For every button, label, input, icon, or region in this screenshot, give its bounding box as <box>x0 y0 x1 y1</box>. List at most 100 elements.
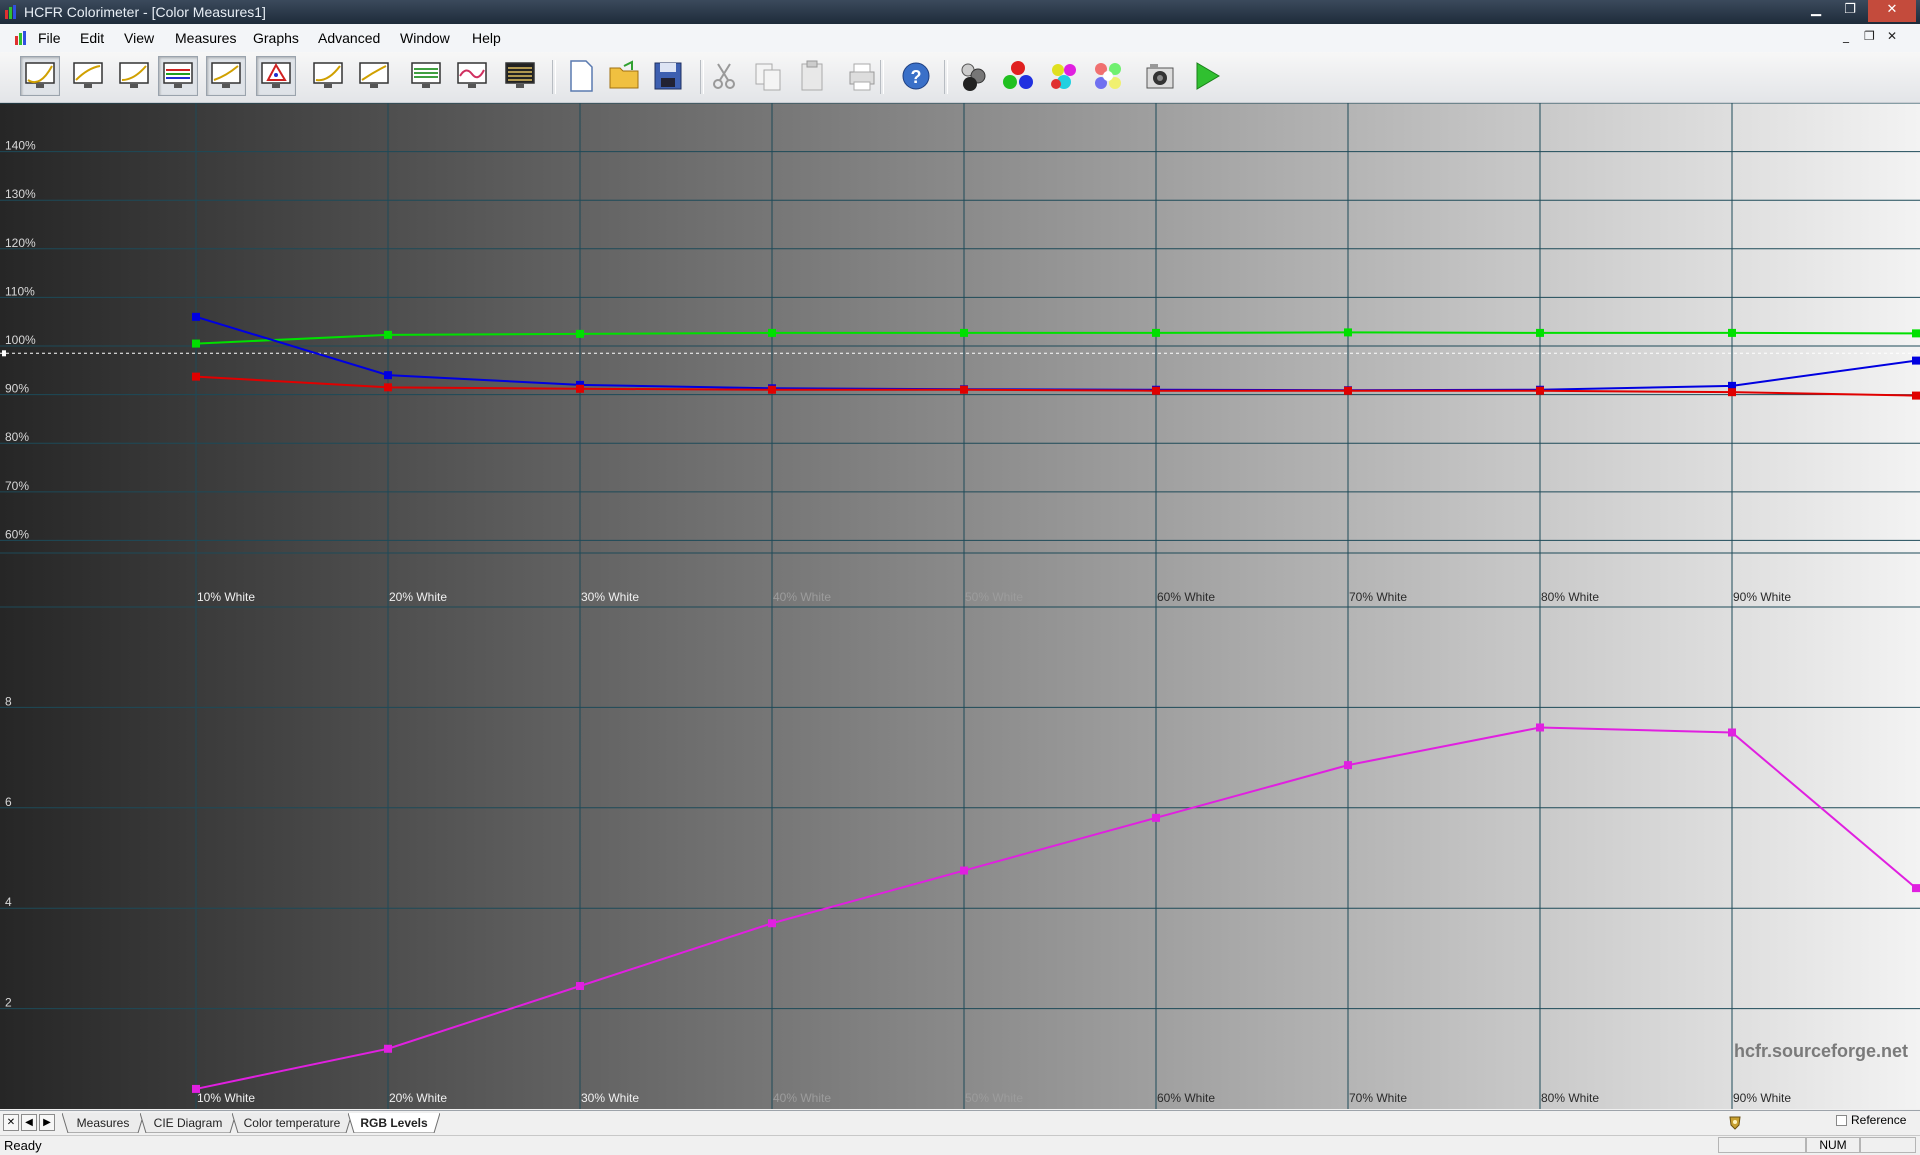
menu-edit[interactable]: Edit <box>80 30 104 46</box>
print-button[interactable] <box>842 56 882 96</box>
mdi-restore-button[interactable]: ❐ <box>1864 29 1875 43</box>
color-temperature-graph-button[interactable] <box>206 56 246 96</box>
menu-graphs[interactable]: Graphs <box>253 30 299 46</box>
menu-help[interactable]: Help <box>472 30 501 46</box>
reference-checkbox-box[interactable] <box>1836 1114 1847 1126</box>
status-pane-caps <box>1718 1137 1806 1153</box>
saturation-measure-icon <box>1095 63 1121 89</box>
mdi-minimize-button[interactable]: _ <box>1843 29 1849 43</box>
near-black-graph-button[interactable] <box>308 56 348 96</box>
primary-colors-measure-button[interactable] <box>998 56 1038 96</box>
x-tick-label: 30% White <box>581 590 639 604</box>
open-folder-icon <box>609 60 639 89</box>
x-tick-label: 40% White <box>773 590 831 604</box>
saturation-luminance-button[interactable] <box>406 56 446 96</box>
window-title: HCFR Colorimeter - [Color Measures1] <box>24 4 266 20</box>
y-tick-label: 6 <box>5 795 12 809</box>
x-tick-label: 20% White <box>389 1091 447 1105</box>
x-tick-label: 70% White <box>1349 590 1407 604</box>
svg-text:?: ? <box>911 67 922 87</box>
tab-color-temperature[interactable]: Color temperature <box>232 1113 352 1133</box>
tab-scroll-left-button[interactable]: ◀ <box>21 1114 37 1131</box>
measures-view-button[interactable] <box>20 56 60 96</box>
mdi-close-button[interactable]: ✕ <box>1887 29 1897 43</box>
restore-button[interactable]: ❐ <box>1833 0 1867 22</box>
toolbar-separator <box>944 60 948 94</box>
saturation-shift-button[interactable] <box>452 56 492 96</box>
x-tick-label: 10% White <box>197 590 255 604</box>
primary-colors-measure-icon <box>1003 61 1033 89</box>
color-temperature-graph-icon <box>211 62 241 88</box>
luminance-graph-icon <box>119 62 149 88</box>
tab-scroll-right-button[interactable]: ▶ <box>39 1114 55 1131</box>
data-point <box>1912 356 1920 365</box>
continuous-measure-play-button[interactable] <box>1186 56 1226 96</box>
data-point <box>1728 728 1736 737</box>
data-point <box>576 982 584 991</box>
secondary-colors-measure-button[interactable] <box>1044 56 1084 96</box>
measures-list-button[interactable] <box>500 56 540 96</box>
close-button[interactable]: ✕ <box>1868 0 1916 22</box>
open-folder-button[interactable] <box>604 56 644 96</box>
data-point <box>1728 388 1736 397</box>
camera-button[interactable] <box>1140 56 1180 96</box>
data-point <box>1344 761 1352 770</box>
tab-bar: ✕ ◀ ▶ Measures CIE Diagram Color tempera… <box>0 1110 1920 1135</box>
near-black-graph-icon <box>313 62 343 88</box>
save-disk-button[interactable] <box>648 56 688 96</box>
cie-diagram-button[interactable] <box>256 56 296 96</box>
menu-view[interactable]: View <box>124 30 154 46</box>
data-point <box>1536 723 1544 732</box>
y-tick-label: 2 <box>5 996 12 1010</box>
data-point <box>1536 386 1544 395</box>
y-tick-label: 4 <box>5 895 12 909</box>
data-point <box>1728 328 1736 337</box>
saturation-measure-button[interactable] <box>1088 56 1128 96</box>
x-tick-label: 80% White <box>1541 590 1599 604</box>
reference-checkbox[interactable]: Reference <box>1836 1113 1906 1127</box>
tab-measures[interactable]: Measures <box>62 1113 144 1133</box>
tab-rgb-levels[interactable]: RGB Levels <box>348 1113 440 1133</box>
data-point <box>1152 386 1160 395</box>
help-button[interactable]: ? <box>896 56 936 96</box>
saturation-luminance-icon <box>411 62 441 88</box>
minimize-button[interactable]: ▁ <box>1799 0 1833 22</box>
data-point <box>1912 884 1920 893</box>
app-bars-icon <box>5 5 16 19</box>
gamma-graph-icon <box>73 62 103 88</box>
data-point <box>768 328 776 337</box>
close-tab-button[interactable]: ✕ <box>3 1114 19 1131</box>
paste-button[interactable] <box>792 56 832 96</box>
data-point <box>1344 386 1352 395</box>
watermark-text: hcfr.sourceforge.net <box>1734 1041 1908 1061</box>
help-icon: ? <box>902 62 930 90</box>
x-tick-label: 90% White <box>1733 1091 1791 1105</box>
y-tick-label: 90% <box>5 382 29 396</box>
cut-button[interactable] <box>704 56 744 96</box>
grayscale-measure-button[interactable] <box>954 56 994 96</box>
cut-icon <box>713 63 735 89</box>
toolbar-separator <box>552 60 556 94</box>
print-icon <box>849 63 875 91</box>
menu-advanced[interactable]: Advanced <box>318 30 380 46</box>
luminance-graph-button[interactable] <box>114 56 154 96</box>
data-point <box>384 1044 392 1053</box>
x-tick-label: 40% White <box>773 1091 831 1105</box>
new-document-button[interactable] <box>560 56 600 96</box>
menu-file[interactable]: File <box>38 30 61 46</box>
toolbar-separator <box>700 60 704 94</box>
rgb-levels-graph-button[interactable] <box>158 56 198 96</box>
tab-cie-diagram[interactable]: CIE Diagram <box>140 1113 236 1133</box>
data-point <box>1344 328 1352 337</box>
data-point <box>960 385 968 394</box>
menu-window[interactable]: Window <box>400 30 450 46</box>
menu-measures[interactable]: Measures <box>175 30 236 46</box>
near-white-graph-button[interactable] <box>354 56 394 96</box>
data-point <box>1912 329 1920 338</box>
copy-button[interactable] <box>748 56 788 96</box>
y-tick-label: 110% <box>5 284 35 298</box>
secondary-colors-measure-icon <box>1051 64 1076 89</box>
y-tick-label: 120% <box>5 236 36 250</box>
gamma-graph-button[interactable] <box>68 56 108 96</box>
status-pane-num: NUM <box>1806 1137 1860 1153</box>
